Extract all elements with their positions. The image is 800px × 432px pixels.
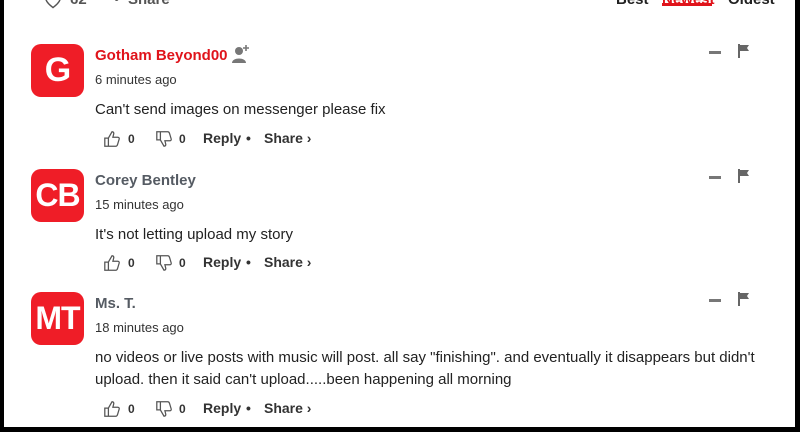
thumbs-up-icon[interactable]: [103, 254, 121, 272]
comment-text: It's not letting upload my story: [95, 226, 293, 243]
thumbs-down-icon[interactable]: [155, 254, 173, 272]
share-button[interactable]: Share ›: [264, 254, 311, 270]
thumbs-up-icon[interactable]: [103, 400, 121, 418]
flag-icon[interactable]: [738, 292, 750, 306]
share-button[interactable]: Share ›: [264, 130, 311, 146]
comment-timestamp: 6 minutes ago: [95, 72, 177, 87]
dislike-count: 0: [179, 256, 186, 270]
flag-icon[interactable]: [738, 44, 750, 58]
like-count: 62: [70, 0, 87, 8]
comment-text: no videos or live posts with music will …: [95, 349, 755, 388]
sort-oldest-tab[interactable]: Oldest: [728, 0, 775, 8]
like-count: 0: [128, 402, 135, 416]
share-button[interactable]: Share ›: [264, 400, 311, 416]
comment-actions: 0 0 Reply • Share ›: [103, 129, 403, 151]
separator-dot: •: [246, 130, 251, 146]
reply-button[interactable]: Reply: [203, 400, 241, 416]
avatar[interactable]: MT: [31, 292, 84, 345]
separator-dot: •: [246, 400, 251, 416]
thumbs-up-icon[interactable]: [103, 130, 121, 148]
dislike-count: 0: [179, 132, 186, 146]
reply-button[interactable]: Reply: [203, 254, 241, 270]
like-count: 0: [128, 132, 135, 146]
like-count: 0: [128, 256, 135, 270]
comment-actions: 0 0 Reply • Share ›: [103, 399, 403, 421]
share-button[interactable]: Share: [128, 0, 170, 8]
follow-user-icon[interactable]: [231, 44, 251, 64]
sort-best-tab[interactable]: Best: [616, 0, 649, 8]
flag-icon[interactable]: [738, 169, 750, 183]
comment-timestamp: 15 minutes ago: [95, 197, 184, 212]
comments-panel: 62 • Share Best Newest Oldest G Gotham B…: [4, 0, 795, 427]
comment-text: Can't send images on messenger please fi…: [95, 101, 386, 118]
dislike-count: 0: [179, 402, 186, 416]
avatar[interactable]: G: [31, 44, 84, 97]
reply-button[interactable]: Reply: [203, 130, 241, 146]
collapse-icon[interactable]: [709, 176, 721, 179]
collapse-icon[interactable]: [709, 299, 721, 302]
avatar[interactable]: CB: [31, 169, 84, 222]
collapse-icon[interactable]: [709, 51, 721, 54]
comment-timestamp: 18 minutes ago: [95, 320, 184, 335]
separator-dot: •: [246, 254, 251, 270]
comment-author[interactable]: Gotham Beyond00: [95, 47, 228, 64]
heart-icon[interactable]: [44, 0, 62, 9]
comment-actions: 0 0 Reply • Share ›: [103, 253, 403, 275]
separator-dot: •: [114, 0, 119, 8]
active-sort-indicator: [662, 3, 712, 6]
comment-author[interactable]: Corey Bentley: [95, 172, 196, 189]
comments-toolbar: 62 • Share Best Newest Oldest: [4, 0, 795, 13]
comment-author[interactable]: Ms. T.: [95, 295, 136, 312]
thumbs-down-icon[interactable]: [155, 400, 173, 418]
thumbs-down-icon[interactable]: [155, 130, 173, 148]
